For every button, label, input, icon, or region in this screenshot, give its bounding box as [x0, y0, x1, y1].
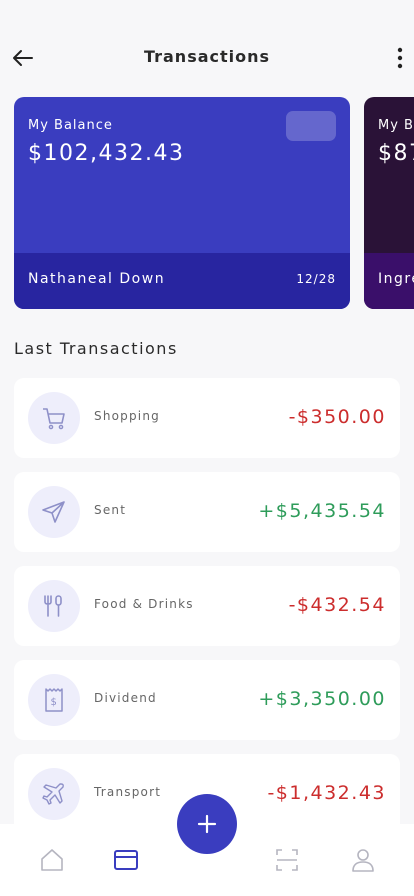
shopping-cart-icon — [28, 392, 80, 444]
card-label: My Ba — [378, 118, 414, 133]
scan-icon[interactable] — [273, 846, 301, 874]
card-footer: Ingre — [364, 253, 414, 309]
card-holder: Nathaneal Down — [28, 271, 166, 287]
transaction-amount: -$350.00 — [288, 406, 386, 428]
plus-icon — [197, 814, 217, 834]
transaction-item-sent[interactable]: Sent +$5,435.54 — [14, 472, 400, 552]
transaction-name: Dividend — [94, 691, 157, 705]
card-holder: Ingre — [378, 271, 414, 287]
paper-plane-icon — [28, 486, 80, 538]
card-chip-icon — [286, 111, 336, 141]
profile-icon[interactable] — [349, 846, 377, 874]
transaction-name: Shopping — [94, 409, 160, 423]
balance-card[interactable]: My Balance $102,432.43 Nathaneal Down 12… — [14, 97, 350, 309]
balance-card-secondary[interactable]: My Ba $87 Ingre — [364, 97, 414, 309]
card-balance: $87 — [378, 141, 414, 166]
card-icon[interactable] — [112, 846, 140, 874]
card-label: My Balance — [28, 118, 113, 133]
svg-text:$: $ — [51, 697, 58, 708]
home-icon[interactable] — [38, 846, 66, 874]
top-bar: Transactions — [0, 0, 414, 100]
add-button[interactable] — [177, 794, 237, 854]
card-balance: $102,432.43 — [28, 141, 185, 166]
transaction-item-dividend[interactable]: $ Dividend +$3,350.00 — [14, 660, 400, 740]
card-footer: Nathaneal Down 12/28 — [14, 253, 350, 309]
transaction-name: Sent — [94, 503, 127, 517]
transaction-name: Food & Drinks — [94, 597, 194, 611]
transaction-amount: +$3,350.00 — [258, 688, 386, 710]
more-vertical-icon[interactable] — [392, 44, 408, 72]
cards-carousel[interactable]: My Balance $102,432.43 Nathaneal Down 12… — [0, 97, 414, 309]
page-title: Transactions — [143, 47, 271, 66]
section-title: Last Transactions — [14, 339, 178, 358]
transaction-name: Transport — [94, 785, 162, 799]
airplane-icon — [28, 768, 80, 820]
transaction-item-food-drinks[interactable]: Food & Drinks -$432.54 — [14, 566, 400, 646]
transaction-amount: +$5,435.54 — [258, 500, 386, 522]
card-expiry: 12/28 — [296, 272, 336, 286]
transaction-amount: -$1,432.43 — [267, 782, 386, 804]
transaction-item-shopping[interactable]: Shopping -$350.00 — [14, 378, 400, 458]
fork-knife-icon — [28, 580, 80, 632]
transaction-amount: -$432.54 — [288, 594, 386, 616]
receipt-icon: $ — [28, 674, 80, 726]
